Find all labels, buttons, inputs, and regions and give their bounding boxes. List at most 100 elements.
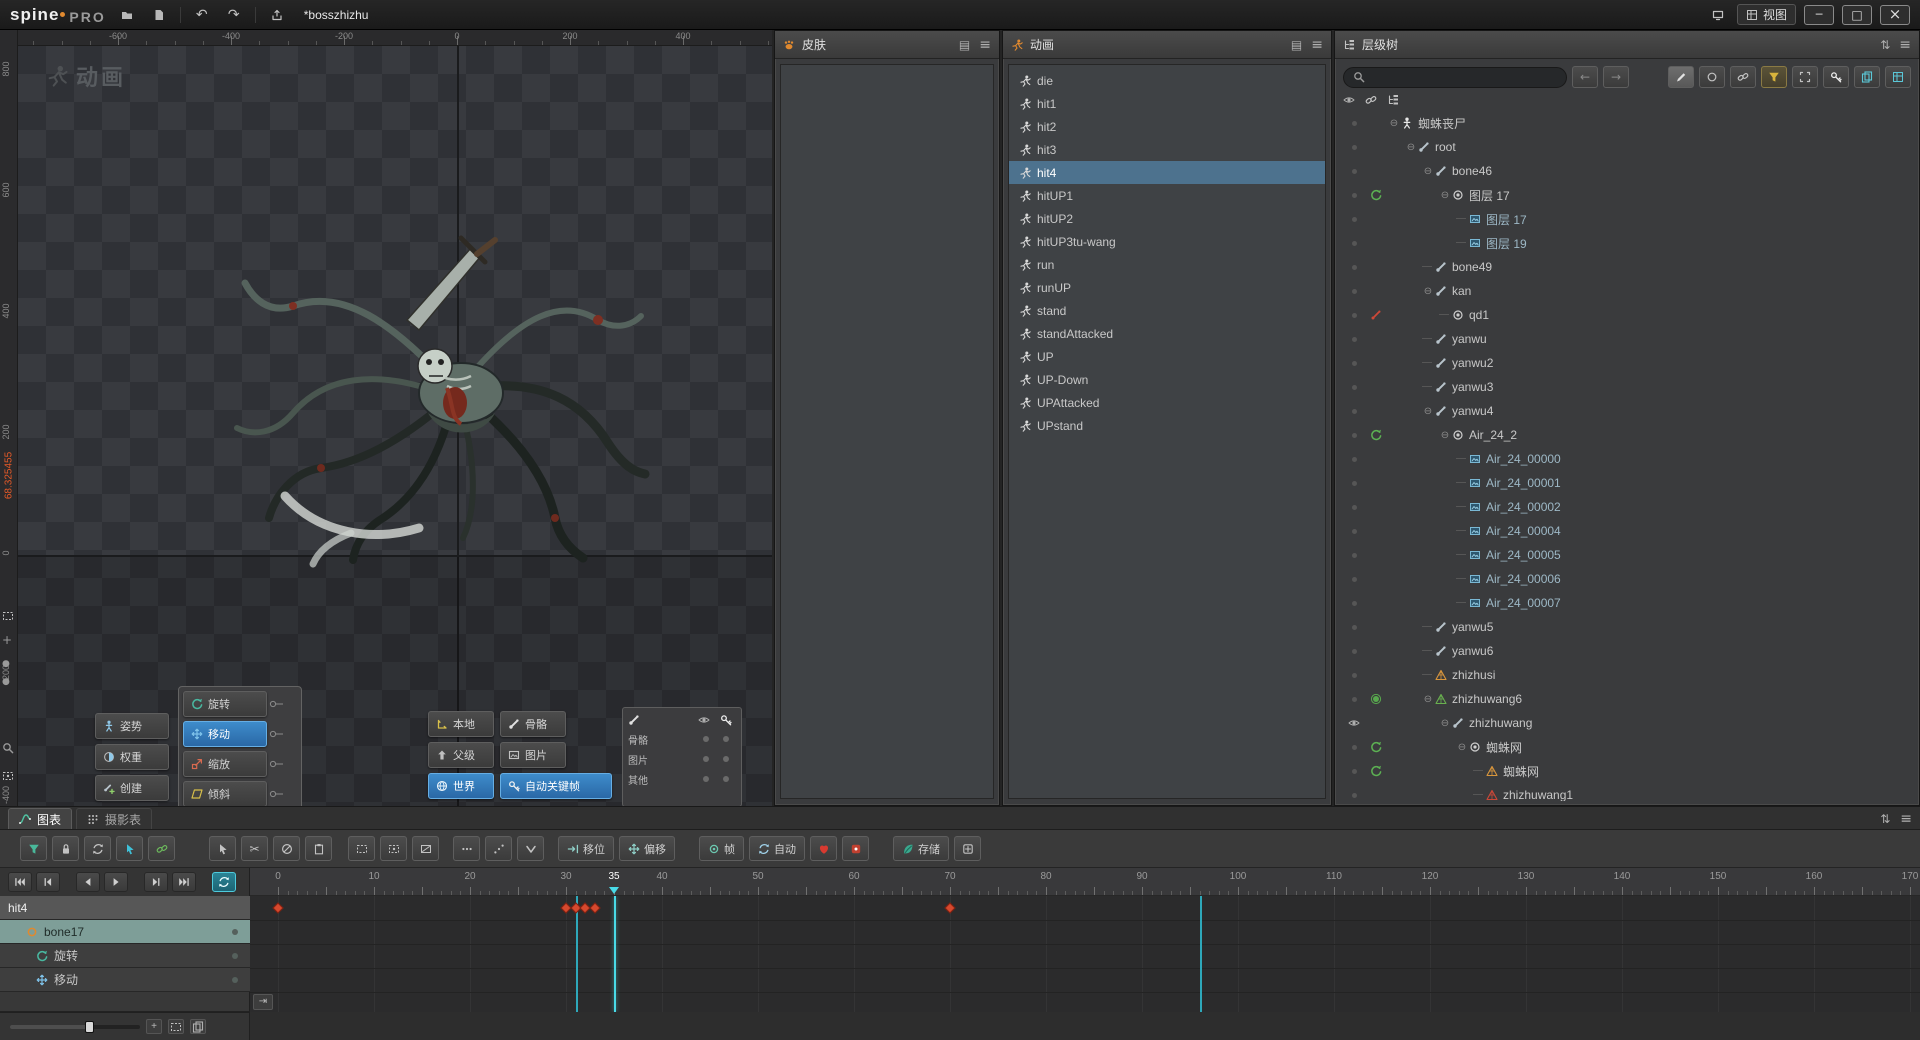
badge-button[interactable] [842,836,869,861]
auto-button[interactable]: 自动 [749,836,805,861]
button-缩放[interactable]: 缩放 [183,751,267,777]
tree-panel-header[interactable]: 层级树 ⇅ ≡ [1335,31,1919,59]
cursor-button[interactable] [116,836,143,861]
collapse-toggle[interactable]: ⊖ [1387,118,1401,129]
key-indicator-dot[interactable] [232,929,238,935]
shift-button[interactable]: 移位 [558,836,614,861]
funnel-button[interactable] [20,836,47,861]
dock-icon[interactable]: ▤ [1291,39,1302,51]
tree-node[interactable]: zhizhusi [1339,663,1915,687]
tree-node[interactable]: ⊖kan [1339,279,1915,303]
animation-item[interactable]: hitUP2 [1009,207,1325,230]
visibility-dot[interactable] [1352,145,1357,150]
track-translate[interactable]: 移动 [0,968,250,992]
animation-item[interactable]: die [1009,69,1325,92]
panel-menu-icon[interactable]: ≡ [1900,812,1912,826]
visibility-column-icon[interactable] [1343,94,1355,106]
tree-node[interactable]: Air_24_00002 [1339,495,1915,519]
dock-icon[interactable]: ▤ [959,39,970,51]
search-next-button[interactable]: → [1603,66,1629,88]
loop-button[interactable] [212,872,236,892]
visibility-dot[interactable] [1352,337,1357,342]
tree-node[interactable]: qd1 [1339,303,1915,327]
collapse-toggle[interactable]: ⊖ [1421,286,1435,297]
playhead-marker[interactable] [609,887,619,894]
sort-icon[interactable]: ⇅ [1880,813,1890,825]
show-constraints-button[interactable] [1730,66,1756,88]
grid-button[interactable] [1885,66,1911,88]
visibility-dot[interactable] [1352,241,1357,246]
viewport-canvas[interactable]: 动画 [18,46,772,806]
collapse-toggle[interactable]: ⊖ [1421,694,1435,705]
new-project-icon[interactable] [148,4,170,26]
collapse-toggle[interactable]: ⊖ [1421,166,1435,177]
heart-button[interactable] [810,836,837,861]
viewport[interactable]: -600-400-2000200400 8006004002000-200-40… [0,30,772,806]
close-button[interactable]: × [1880,5,1910,25]
box-line-button[interactable] [412,836,439,861]
tree-node[interactable]: ⊖zhizhuwang6 [1339,687,1915,711]
tree-node[interactable]: Air_24_00001 [1339,471,1915,495]
tree-node[interactable]: Air_24_00006 [1339,567,1915,591]
visibility-dot[interactable] [1352,409,1357,414]
collapse-toggle[interactable]: ⊖ [1438,430,1452,441]
play-button[interactable] [104,872,128,892]
button-移动[interactable]: 移动 [183,721,267,747]
tree-node[interactable]: ⊖yanwu4 [1339,399,1915,423]
play-backwards-button[interactable] [76,872,100,892]
filter-button[interactable] [1761,66,1787,88]
spider-character[interactable] [223,228,653,578]
track-bone[interactable]: bone17 [0,920,250,944]
visibility-dot[interactable] [1352,625,1357,630]
frame-button[interactable]: 帧 [699,836,744,861]
tree-node[interactable]: Air_24_00000 [1339,447,1915,471]
animation-item[interactable]: UP-Down [1009,368,1325,391]
fit-button[interactable] [168,1019,184,1034]
visibility-dot[interactable] [1352,649,1357,654]
pages-button[interactable] [1854,66,1880,88]
collapse-toggle[interactable]: ⊖ [1421,406,1435,417]
animation-item[interactable]: run [1009,253,1325,276]
tree-node[interactable]: zhizhuwang1 [1339,783,1915,801]
tree-node[interactable]: ⊖蜘蛛网 [1339,735,1915,759]
button-创建[interactable]: 创建 [95,775,169,801]
visibility-dot[interactable] [1352,553,1357,558]
tree-node[interactable]: Air_24_00005 [1339,543,1915,567]
offset-button[interactable]: 偏移 [619,836,675,861]
visibility-dot[interactable] [1352,505,1357,510]
tree-node[interactable]: Air_24_00004 [1339,519,1915,543]
redo-icon[interactable]: ↷ [223,4,245,26]
show-keys-button[interactable] [1823,66,1849,88]
compensate-toggle[interactable] [723,736,729,742]
button-本地[interactable]: 本地 [428,711,494,737]
compensate-toggle[interactable] [703,756,709,762]
tree-node[interactable]: bone49 [1339,255,1915,279]
visibility-dot[interactable] [1352,193,1357,198]
screens-icon[interactable] [1707,4,1729,26]
ban-button[interactable] [273,836,300,861]
search-input[interactable] [1343,67,1567,88]
visibility-dot[interactable] [1352,793,1357,798]
panel-menu-icon[interactable]: ≡ [979,38,991,52]
dots-diag-button[interactable] [485,836,512,861]
button-倾斜[interactable]: 倾斜 [183,781,267,806]
tree-node[interactable]: yanwu2 [1339,351,1915,375]
handle-dot-icon[interactable]: ● [2,660,10,669]
tree-node[interactable]: ⊖bone46 [1339,159,1915,183]
animation-item[interactable]: standAttacked [1009,322,1325,345]
track-rotate[interactable]: 旋转 [0,944,250,968]
visibility-dot[interactable] [1352,457,1357,462]
scissors-button[interactable]: ✂ [241,836,268,861]
key-indicator-dot[interactable] [232,953,238,959]
visibility-dot[interactable] [1352,313,1357,318]
tree-node[interactable]: yanwu6 [1339,639,1915,663]
skins-panel-header[interactable]: 皮肤 ▤ ≡ [775,31,999,59]
panel-menu-icon[interactable]: ≡ [1311,38,1323,52]
zoom-tool-icon[interactable] [2,742,14,754]
visibility-dot[interactable] [1352,265,1357,270]
button-姿势[interactable]: 姿势 [95,713,169,739]
go-to-start-button[interactable] [8,872,32,892]
animation-item[interactable]: UPstand [1009,414,1325,437]
timeline-ruler[interactable]: 0102030405060708090100110120130140150160… [250,868,1920,896]
tree-node[interactable]: ⊖图层 17 [1339,183,1915,207]
